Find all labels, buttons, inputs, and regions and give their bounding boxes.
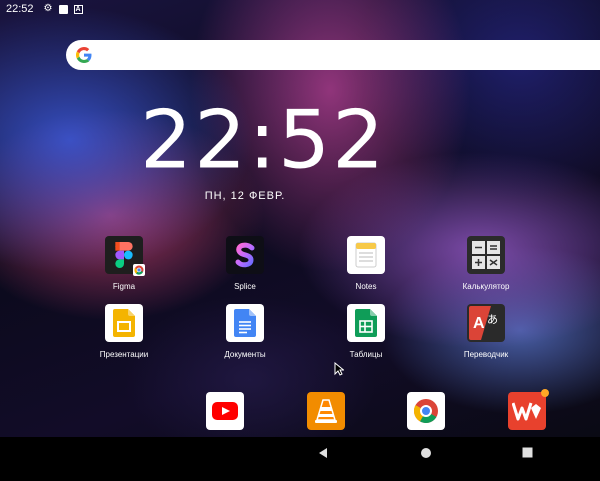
google-search-bar[interactable] (66, 40, 600, 70)
calculator-icon (467, 236, 505, 274)
gear-icon: ⚙ (43, 3, 53, 14)
vlc-icon (315, 399, 337, 423)
mouse-pointer-icon (334, 362, 344, 376)
app-label: Презентации (99, 350, 149, 359)
wps-office-icon (512, 402, 541, 421)
google-slides-icon (105, 304, 143, 342)
dock-chrome[interactable] (407, 392, 445, 430)
app-label: Документы (224, 350, 266, 359)
dock-wps-office[interactable] (508, 389, 549, 430)
app-sheets[interactable]: Таблицы (326, 304, 406, 359)
google-g-icon (76, 47, 92, 63)
youtube-icon (212, 402, 238, 420)
svg-text:A: A (473, 315, 485, 332)
app-docs[interactable]: Документы (205, 304, 285, 359)
splice-icon (226, 236, 264, 274)
app-figma[interactable]: Figma (84, 236, 164, 291)
app-splice[interactable]: Splice (205, 236, 285, 291)
app-label: Калькулятор (462, 282, 510, 291)
clock-widget-time[interactable]: 22:52 (140, 96, 384, 185)
app-label: Notes (355, 282, 377, 291)
status-time: 22:52 (6, 3, 34, 15)
app-notes[interactable]: Notes (326, 236, 406, 291)
chrome-badge-icon (133, 264, 145, 276)
navigation-bar (0, 437, 600, 481)
app-translate[interactable]: A あ Переводчик (446, 304, 526, 359)
dock-vlc[interactable] (307, 392, 345, 430)
google-docs-icon (226, 304, 264, 342)
app-calculator[interactable]: Калькулятор (446, 236, 526, 291)
svg-text:あ: あ (487, 313, 498, 326)
notification-dot (541, 389, 549, 397)
chrome-icon (413, 399, 438, 424)
status-bar: 22:52 ⚙ A (0, 0, 600, 18)
a-box-icon: A (73, 4, 83, 14)
translate-icon: A あ (467, 304, 505, 342)
back-icon[interactable] (318, 447, 328, 459)
clock-widget-date[interactable]: ПН, 12 ФЕВР. (140, 190, 350, 202)
app-slides[interactable]: Презентации (84, 304, 164, 359)
square-icon (58, 4, 68, 14)
dock-youtube[interactable] (206, 392, 244, 430)
google-sheets-icon (347, 304, 385, 342)
recents-icon[interactable] (522, 447, 533, 458)
app-label: Переводчик (463, 350, 509, 359)
app-label: Figma (112, 282, 136, 291)
notes-icon (347, 236, 385, 274)
home-icon[interactable] (420, 447, 432, 459)
figma-icon (105, 236, 145, 276)
app-label: Splice (234, 282, 256, 291)
app-label: Таблицы (349, 350, 383, 359)
